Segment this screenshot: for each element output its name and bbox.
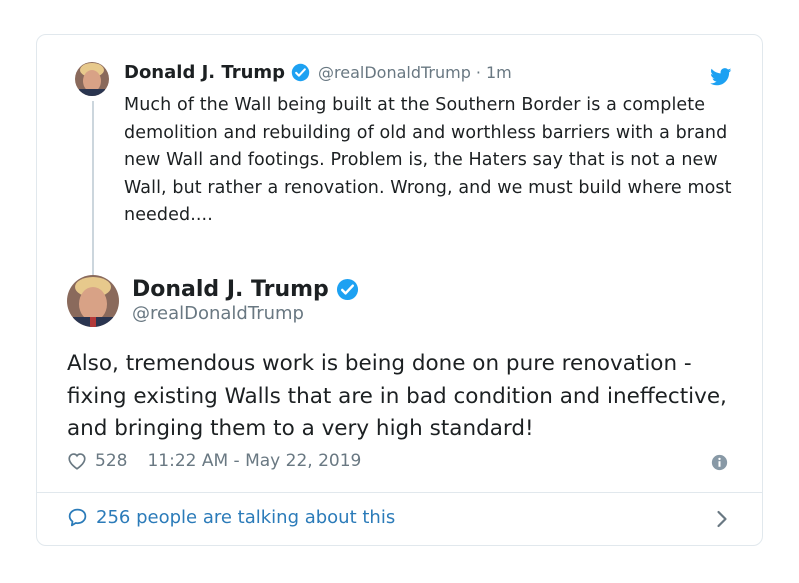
author-name[interactable]: Donald J. Trump [132,277,329,302]
verified-badge-icon [336,278,359,301]
conversation-link[interactable]: 256 people are talking about this [67,507,395,528]
twitter-bird-icon[interactable] [710,68,732,86]
chevron-right-icon[interactable] [716,510,728,528]
talking-about-label: 256 people are talking about this [96,507,396,528]
tweet-meta-row: 528 11:22 AM - May 22, 2019 [67,451,361,471]
author-handle[interactable]: @realDonaldTrump [132,303,304,324]
quoted-author-avatar[interactable] [75,62,109,96]
quoted-tweet-time[interactable]: 1m [486,63,512,82]
verified-badge-icon [291,63,310,82]
tweet-timestamp[interactable]: 11:22 AM - May 22, 2019 [147,451,361,471]
speech-bubble-icon [67,507,88,528]
info-icon[interactable] [711,454,728,471]
quoted-tweet-header: Donald J. Trump @realDonaldTrump · 1m [124,62,512,83]
heart-icon[interactable] [67,452,87,470]
author-avatar[interactable] [67,275,119,327]
quoted-tweet-text: Much of the Wall being built at the Sout… [124,95,732,225]
separator-dot: · [475,63,481,82]
like-count[interactable]: 528 [95,451,127,471]
divider [37,492,762,493]
quoted-author-name[interactable]: Donald J. Trump [124,62,285,83]
main-tweet-header: Donald J. Trump [132,277,359,302]
tweet-embed-card: Donald J. Trump @realDonaldTrump · 1m Mu… [36,34,763,546]
main-tweet-text: Also, tremendous work is being done on p… [67,351,727,441]
quoted-author-handle[interactable]: @realDonaldTrump [318,63,471,82]
